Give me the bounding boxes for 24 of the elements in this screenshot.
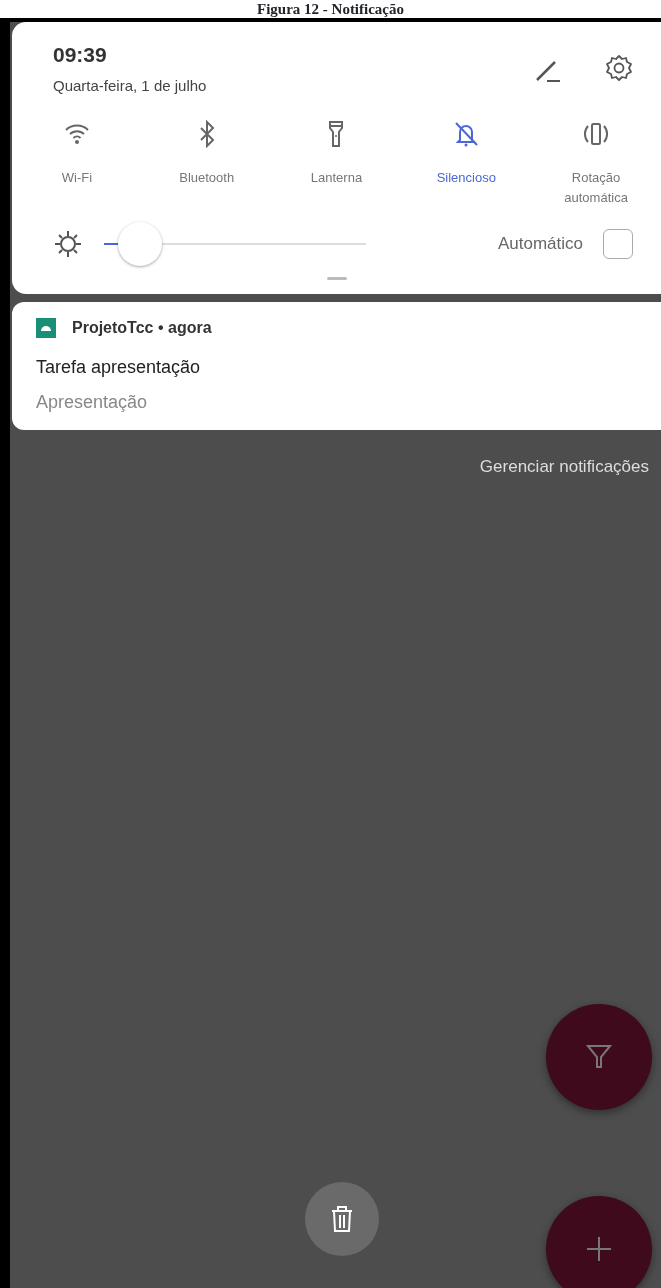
plus-icon: [586, 1236, 612, 1262]
tile-label: Wi-Fi: [60, 168, 94, 187]
date-text: Quarta-feira, 1 de julho: [53, 76, 208, 96]
auto-brightness-checkbox[interactable]: [603, 229, 633, 260]
tile-label: Rotação automática: [563, 168, 629, 208]
app-name: ProjetoTcc • agora: [72, 318, 212, 339]
auto-brightness-label: Automático: [497, 233, 583, 256]
app-icon: [36, 318, 56, 339]
trash-icon: [330, 1205, 354, 1233]
notification-title: Tarefa apresentação: [36, 356, 202, 380]
tile-label: Silencioso: [435, 168, 497, 187]
notification-card[interactable]: ProjetoTcc • agora Tarefa apresentação Apresentação: [12, 302, 661, 431]
tile-label: Lanterna: [309, 168, 364, 187]
drag-handle[interactable]: [326, 277, 347, 281]
brightness-icon: [54, 230, 82, 259]
slider-thumb[interactable]: [118, 222, 163, 267]
notification-text: Apresentação: [36, 391, 149, 415]
filter-icon: [586, 1043, 612, 1071]
clock-time: 09:39: [53, 44, 108, 65]
tile-label: Bluetooth: [178, 168, 236, 187]
figure-caption: Figura 12 - Notificação: [255, 0, 406, 18]
edit-icon[interactable]: [535, 58, 561, 84]
settings-icon[interactable]: [605, 54, 633, 82]
manage-notifications-link[interactable]: Gerenciar notificações: [479, 454, 649, 480]
